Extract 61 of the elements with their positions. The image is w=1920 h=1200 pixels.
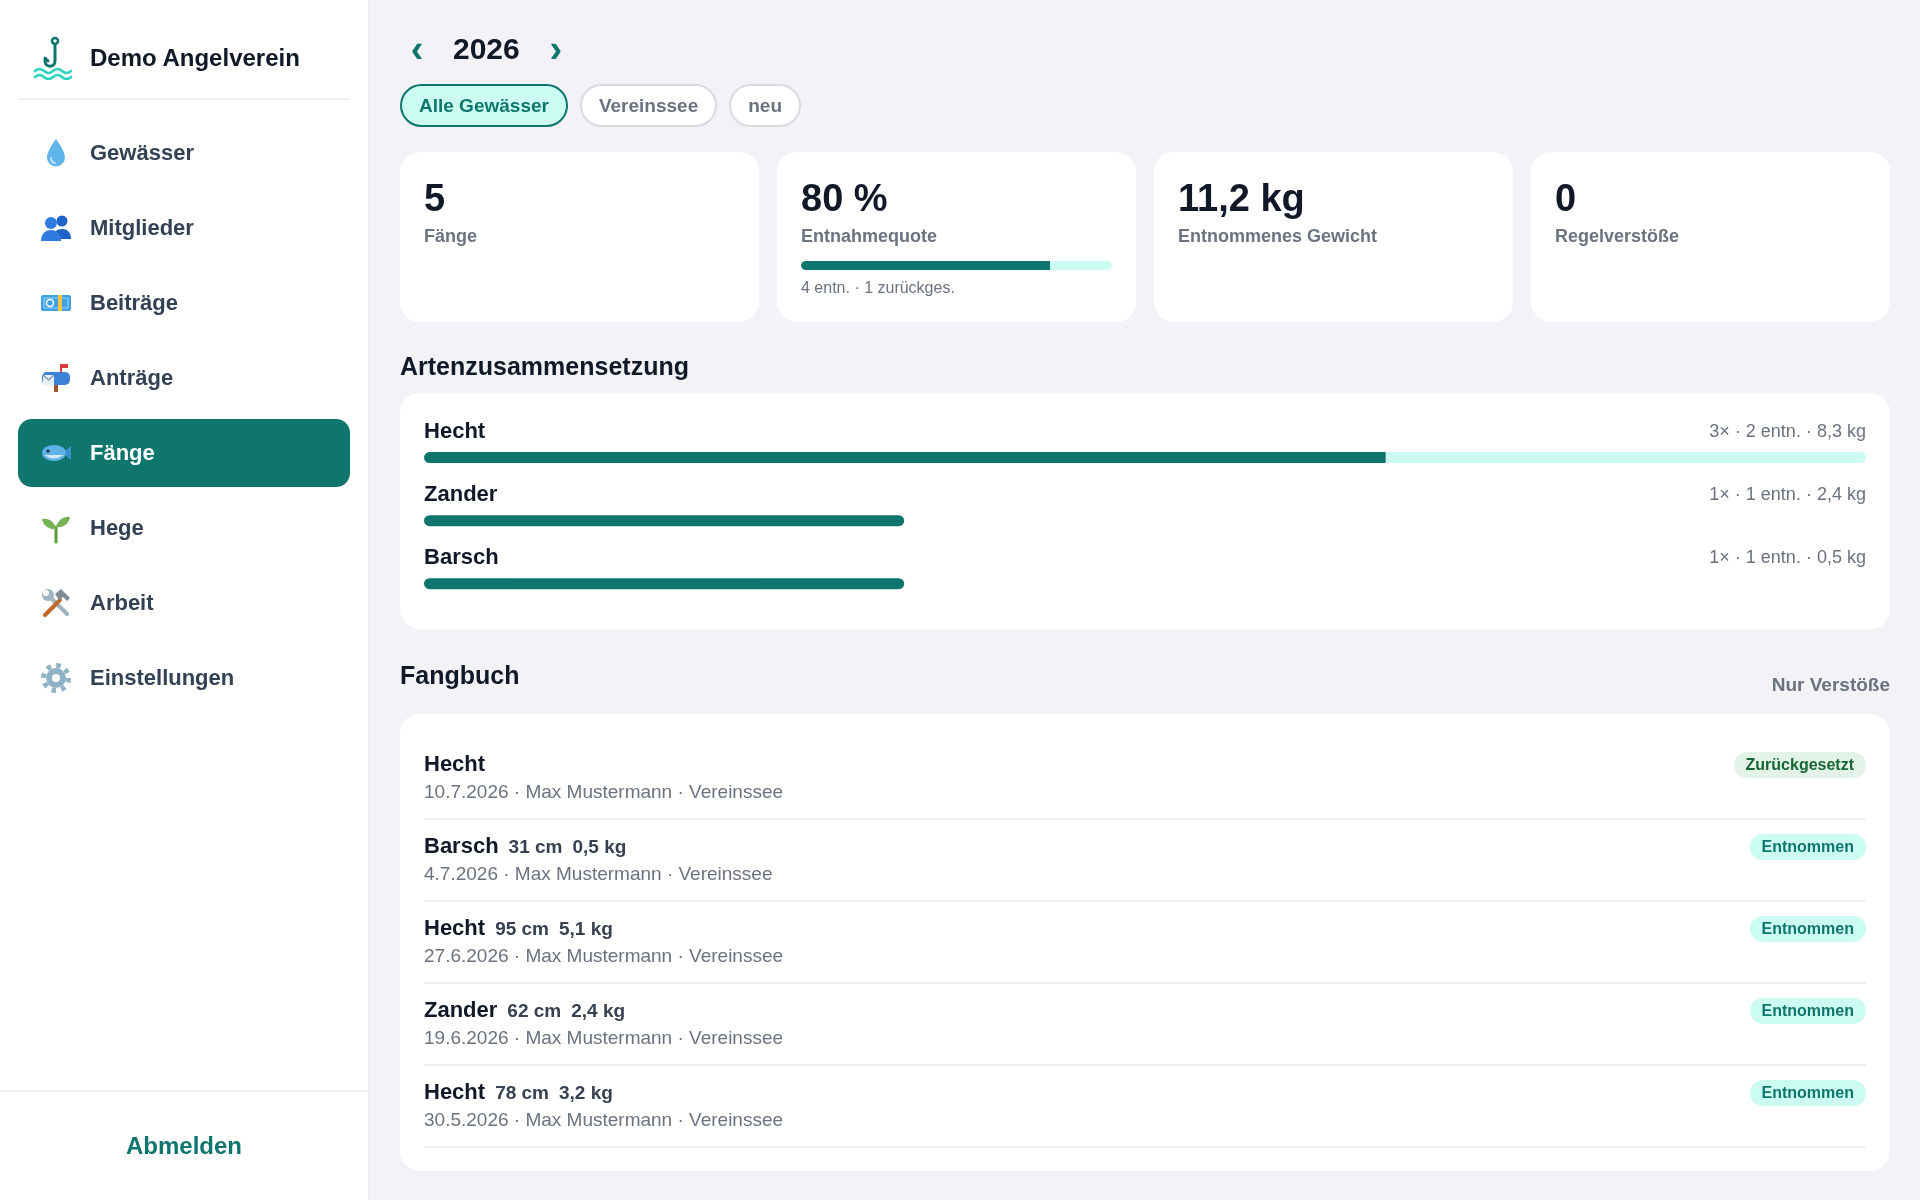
catch-weight: 0,5 kg	[572, 836, 627, 859]
stat-value: 80 %	[801, 176, 888, 220]
catch-length: 62 cm	[507, 1000, 562, 1023]
sidebar-nav-item[interactable]: Anträge	[18, 344, 350, 412]
species-name: Hecht	[424, 418, 486, 444]
sidebar-nav-item[interactable]: Gewässer	[18, 119, 350, 187]
previous-year-button[interactable]: ‹	[400, 28, 434, 70]
catch-details: 10.7.2026 · Max Mustermann · Vereinssee	[424, 781, 784, 804]
catch-length: 31 cm	[508, 836, 563, 859]
catch-weight: 5,1 kg	[559, 918, 613, 941]
status-badge: Entnommen	[1749, 998, 1866, 1025]
catch-species: Zander	[424, 997, 498, 1024]
hammer-and-wrench-icon	[40, 587, 72, 619]
stat-value: 0	[1555, 176, 1577, 220]
stat-label: Entnahmequote	[801, 226, 937, 246]
catch-details: 27.6.2026 · Max Mustermann · Vereinssee	[424, 945, 784, 968]
settings-gear-icon	[40, 662, 72, 694]
status-badge: Entnommen	[1749, 1080, 1866, 1107]
sidebar-nav-item[interactable]: Hege	[18, 494, 350, 562]
catch-species: Barsch	[424, 833, 499, 860]
species-summary: 3× · 2 entn. · 8,3 kg	[1709, 421, 1866, 442]
catch-weight: 2,4 kg	[571, 1000, 626, 1023]
app-title: Demo Angelverein	[90, 44, 300, 72]
mailbox-icon	[40, 362, 72, 394]
sidebar-nav-item[interactable]: Einstellungen	[18, 644, 350, 712]
status-badge: Entnommen	[1749, 916, 1866, 943]
fishing-hook-logo-icon	[33, 36, 73, 80]
section-title: Fangbuch	[400, 660, 520, 691]
stat-value: 5	[424, 176, 446, 220]
water-filter-chip[interactable]: neu	[729, 84, 801, 127]
sidebar-nav-item[interactable]: Beiträge	[18, 269, 350, 337]
catch-species: Hecht	[424, 751, 486, 778]
sidebar-nav-item[interactable]: Fänge	[18, 419, 350, 487]
catch-details: 4.7.2026 · Max Mustermann · Vereinssee	[424, 863, 773, 886]
catch-details: 30.5.2026 · Max Mustermann · Vereinssee	[424, 1109, 784, 1132]
sidebar-nav-item[interactable]: Mitglieder	[18, 194, 350, 262]
catch-species: Hecht	[424, 1079, 486, 1106]
catch-length: 78 cm	[495, 1082, 549, 1105]
catch-details: 19.6.2026 · Max Mustermann · Vereinssee	[424, 1027, 784, 1050]
catch-weight: 3,2 kg	[559, 1082, 613, 1105]
water-filter-chip[interactable]: Vereinssee	[579, 84, 718, 127]
status-badge: Zurückgesetzt	[1733, 752, 1866, 779]
stat-label: Entnommenes Gewicht	[1178, 226, 1378, 246]
stat-label: Fänge	[424, 226, 477, 246]
status-badge: Entnommen	[1749, 834, 1866, 861]
year-label: 2026	[453, 32, 520, 66]
species-summary: 1× · 1 entn. · 2,4 kg	[1709, 484, 1866, 505]
species-name: Zander	[424, 481, 498, 507]
next-year-button[interactable]: ›	[538, 28, 573, 70]
catch-length: 95 cm	[495, 918, 549, 941]
water-filter-chip[interactable]: Alle Gewässer	[400, 84, 568, 127]
sidebar-nav-item[interactable]: Arbeit	[18, 569, 350, 637]
catch-species: Hecht	[424, 915, 486, 942]
stat-value: 11,2 kg	[1178, 176, 1305, 220]
violations-filter-button[interactable]: Nur Verstöße	[1771, 674, 1890, 697]
stat-note: 4 entn. · 1 zurückges.	[801, 279, 955, 297]
section-title: Artenzusammensetzung	[400, 351, 690, 381]
stat-label: Regelverstöße	[1555, 226, 1680, 246]
species-summary: 1× · 1 entn. · 0,5 kg	[1709, 547, 1866, 568]
species-name: Barsch	[424, 544, 499, 570]
logout-button[interactable]: Abmelden	[118, 1128, 250, 1164]
